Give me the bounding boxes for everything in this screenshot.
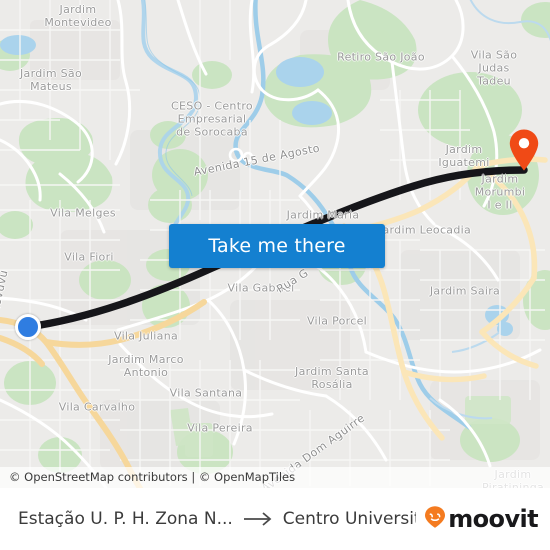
origin-marker[interactable] [15, 314, 41, 340]
trip-destination-label: Centro Universitário Fac... [282, 509, 416, 529]
trip-summary: Estação U. P. H. Zona N... Centro Univer… [18, 509, 416, 529]
arrow-right-glyph [243, 512, 272, 526]
arrow-right-icon [243, 511, 273, 527]
trip-footer: Estação U. P. H. Zona N... Centro Univer… [0, 488, 550, 550]
map-pin-icon [509, 129, 539, 171]
map-attribution: © OpenStreetMap contributors | © OpenMap… [0, 467, 550, 488]
moovit-pin-glyph [425, 505, 446, 528]
take-me-there-button[interactable]: Take me there [169, 224, 385, 268]
moovit-wordmark: moovit [448, 505, 538, 533]
trip-origin-label: Estação U. P. H. Zona N... [18, 509, 233, 529]
destination-marker[interactable] [508, 128, 540, 172]
map-canvas[interactable]: Jardim Montevideo Retiro São João Jardim… [0, 0, 550, 488]
moovit-logo-icon [424, 505, 446, 534]
moovit-trip-preview: Jardim Montevideo Retiro São João Jardim… [0, 0, 550, 550]
moovit-brand[interactable]: moovit [416, 505, 539, 534]
